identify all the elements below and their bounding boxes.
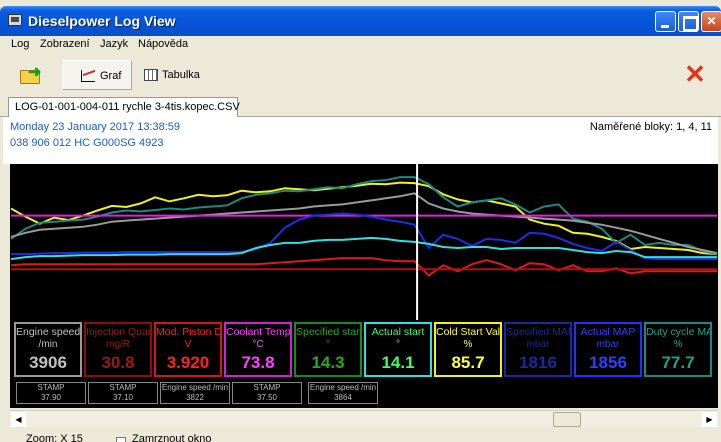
gauge-name: Injection Quantity [86,326,152,338]
scroll-left-arrow-icon[interactable]: ◀ [11,412,26,427]
log-graph[interactable]: Engine speed /min 3906 Injection Quantit… [10,164,718,408]
series-actual_start [10,236,717,261]
log-date: Monday 23 January 2017 13:38:59 [10,121,181,133]
measured-blocks: Naměřené bloky: 1, 4, 11 [589,121,712,133]
gauge-coolant-temp: Coolant Temp °C 73.8 [224,322,292,377]
gauge-value: 30.8 [101,353,135,372]
document-tabs: LOG-01-001-004-011 rychle 3-4tis.kopec.C… [0,95,721,117]
gauge-value: 14.3 [311,353,345,372]
stamp-box: STAMP 37.50 [232,382,302,404]
menu-zobrazeni[interactable]: Zobrazení [40,38,90,50]
gauge-row: Engine speed /min 3906 Injection Quantit… [14,322,714,408]
stamp-value: 37.50 [256,393,278,402]
horizontal-scrollbar[interactable]: ◀ ▶ [10,410,718,427]
stamp-value: 37.10 [112,393,134,402]
zoom-label: Zoom: X 15 [26,433,83,442]
stamp-box: Engine speed /min 3864 [308,382,378,404]
minimize-button[interactable] [655,11,676,32]
gauge-unit: mbar [596,339,620,350]
gauge-specified-start: Specified start ° 14.3 [294,322,362,377]
gauge-name: Duty cycle MAP v [646,326,710,338]
gauge-value: 3906 [29,353,67,372]
scroll-right-arrow-icon[interactable]: ▶ [702,412,717,427]
title-bar: Dieselpower Log View ✕ [0,6,721,36]
gauge-cold-start-valve: Cold Start Valve % 85.7 [434,322,502,377]
gauge-value: 1816 [519,353,557,372]
menu-jazyk[interactable]: Jazyk [100,38,128,50]
window-title: Dieselpower Log View [28,13,176,29]
gauge-value: 14.1 [381,353,415,372]
table-view-label: Tabulka [162,69,200,81]
gauge-unit: /min [38,339,58,350]
stamp-box: STAMP 37.90 [16,382,86,404]
maximize-button[interactable] [678,11,699,32]
close-window-button[interactable]: ✕ [701,11,721,32]
stamp-label: Engine speed /min [161,383,229,392]
stamp-label: STAMP [37,383,65,392]
open-file-button[interactable]: ➜ [18,62,44,86]
menu-log[interactable]: Log [11,38,29,50]
gauge-name: Coolant Temp [226,326,291,338]
gauge-value: 1856 [589,353,627,372]
stamp-box: STAMP 37.10 [88,382,158,404]
close-log-icon[interactable]: ✕ [682,61,708,88]
gauge-name: Specified start [296,326,362,338]
gauge-unit: °C [252,339,264,350]
gauge-unit: ° [326,339,330,350]
gauge-actual-map: Actual MAP mbar 1856 [574,322,642,377]
tab-log-file[interactable]: LOG-01-001-004-011 rychle 3-4tis.kopec.C… [8,97,240,117]
gauge-name: Engine speed [16,326,81,338]
graph-view-label: Graf [100,70,122,82]
stamp-value: 3864 [334,393,352,402]
gauge-unit: % [673,339,683,350]
gauge-engine-speed: Engine speed /min 3906 [14,322,82,377]
gauge-actual-start: Actual start ° 14.1 [364,322,432,377]
stamp-label: STAMP [109,383,137,392]
gauge-duty-cycle-map: Duty cycle MAP v % 77.7 [644,322,712,377]
log-info-panel: Monday 23 January 2017 13:38:59 038 906 … [3,117,718,164]
arrow-icon: ➜ [28,64,42,81]
stamp-label: Engine speed /min [309,383,377,392]
gauge-unit: % [463,339,473,350]
gauge-unit: mg/R [106,339,130,350]
gauge-value: 85.7 [451,353,485,372]
stamp-label: STAMP [253,383,281,392]
toolbar: ➜ Graf Tabulka ✕ [0,56,721,94]
freeze-window-label: Zamrznout okno [132,433,212,442]
graph-view-button[interactable]: Graf [62,60,132,90]
gauge-value: 3.920 [166,353,210,372]
stamp-value: 37.90 [40,393,62,402]
gauge-value: 77.7 [661,353,695,372]
freeze-window-checkbox[interactable] [116,437,126,442]
menu-bar: Log Zobrazení Jazyk Nápověda [0,36,721,55]
table-view-button[interactable]: Tabulka [140,60,220,90]
gauge-unit: mbar [526,339,550,350]
gauge-unit: V [184,339,192,350]
gauge-name: Actual start [371,326,425,338]
series-piston [10,257,717,277]
gauge-name: Actual MAP [580,326,636,338]
table-icon [144,69,158,81]
gauge-name: Mod. Piston Dist [156,326,222,338]
chart-icon [81,70,95,82]
stamp-value: 3822 [186,393,204,402]
ecu-id: 038 906 012 HC G000SG 4923 [10,137,164,149]
series-cold_start [10,181,718,256]
app-icon [8,14,22,26]
status-bar: Zoom: X 15 Zamrznout okno [0,428,721,442]
scroll-thumb[interactable] [553,412,581,427]
gauge-value: 73.8 [241,353,275,372]
gauge-specified-map: Specified MAP mbar 1816 [504,322,572,377]
gauge-name: Cold Start Valve [436,326,500,338]
gauge-unit: ° [396,339,400,350]
stamp-box: Engine speed /min 3822 [160,382,230,404]
gauge-name: Specified MAP [506,326,572,338]
gauge-injection-quantity: Injection Quantity mg/R 30.8 [84,322,152,377]
gauge-piston-distance: Mod. Piston Dist V 3.920 [154,322,222,377]
app-window: Dieselpower Log View ✕ Log Zobrazení Jaz… [0,0,721,442]
menu-napoveda[interactable]: Nápověda [138,38,188,50]
